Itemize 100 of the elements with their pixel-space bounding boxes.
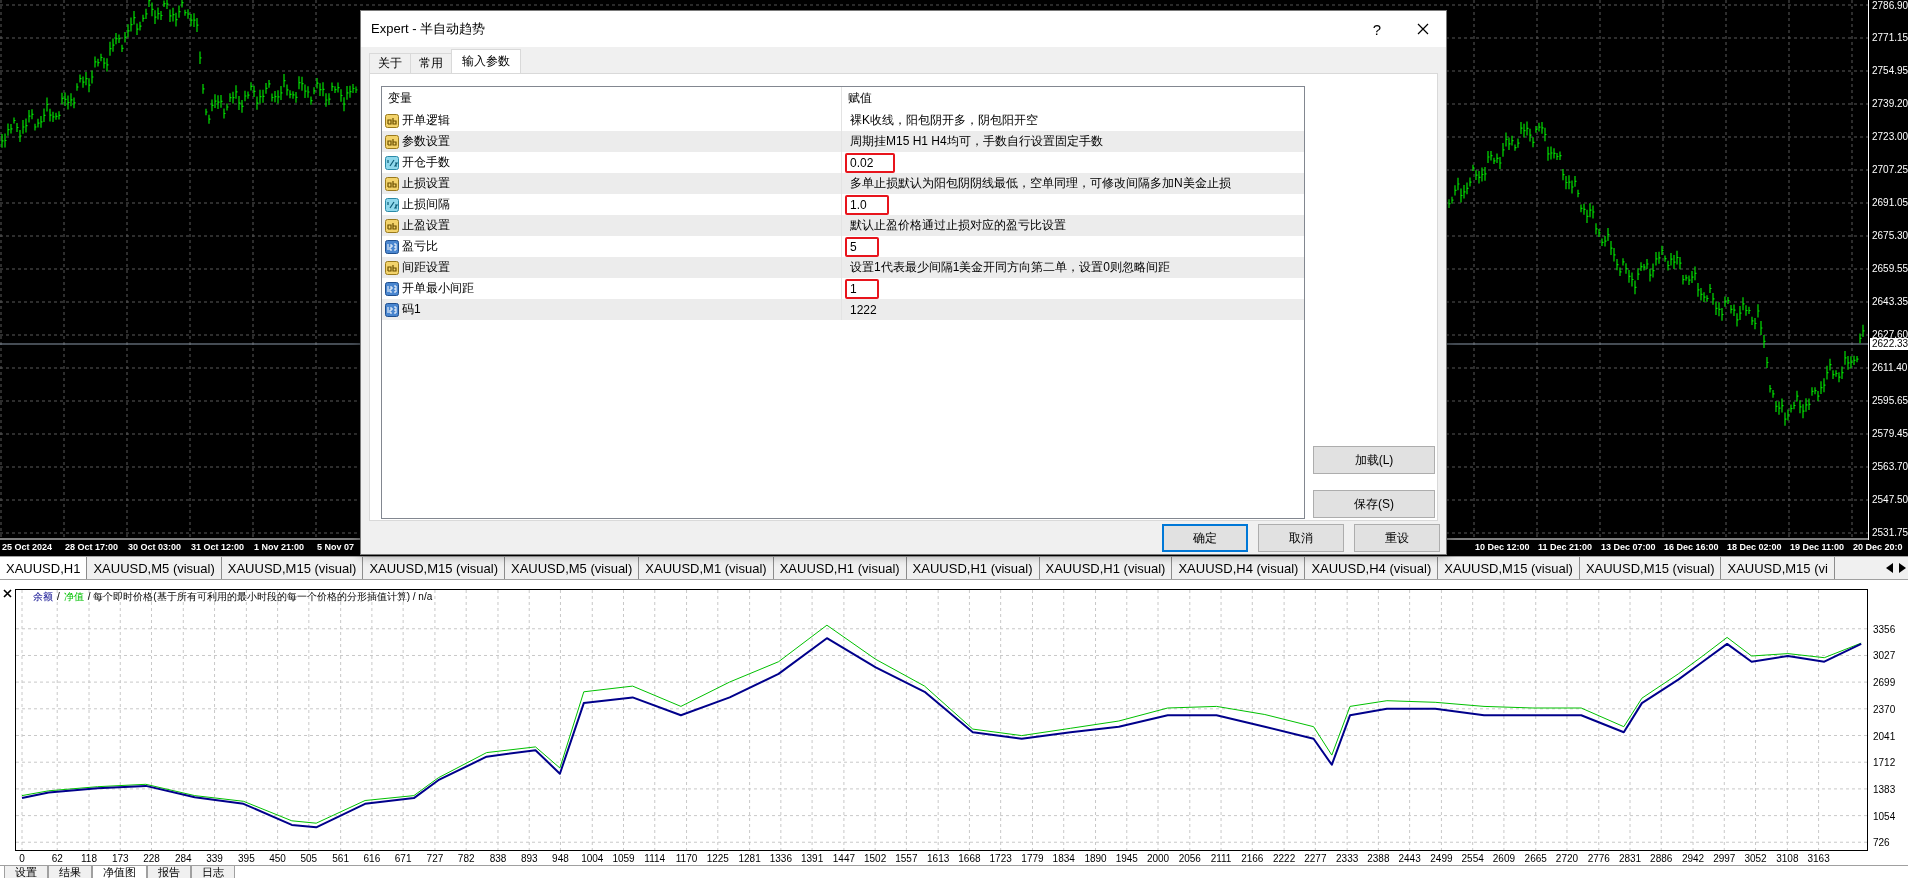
- x-axis-label: 2222: [1272, 853, 1296, 864]
- y-axis-label: 1054: [1873, 810, 1896, 822]
- x-axis-label: 2056: [1178, 853, 1201, 864]
- parameter-name: 间距设置: [402, 259, 450, 276]
- tester-tab[interactable]: 报告: [147, 866, 191, 878]
- y-axis-label: 2699: [1873, 677, 1896, 689]
- y-axis-label: 1712: [1873, 757, 1896, 769]
- price-label: 2675.30: [1872, 230, 1908, 242]
- x-axis-label: 1613: [927, 853, 950, 864]
- time-label: 10 Dec 12:00: [1475, 541, 1530, 553]
- x-axis-label: 2333: [1336, 853, 1359, 864]
- x-axis-label: 118: [81, 853, 97, 864]
- x-axis-label: 1114: [644, 853, 666, 864]
- time-label: 30 Oct 03:00: [128, 541, 182, 553]
- x-axis-label: 1391: [800, 853, 824, 864]
- tester-tab[interactable]: 结果: [48, 866, 92, 878]
- parameter-name: 开单最小间距: [402, 280, 474, 297]
- price-label: 2771.15: [1872, 32, 1908, 44]
- parameter-row[interactable]: 止损设置 多单止损默认为阳包阴阴线最低，空单同理，可修改间隔多加N美金止损: [382, 173, 1304, 194]
- scroll-right-icon[interactable]: [1898, 563, 1906, 573]
- parameter-value[interactable]: 0.02: [845, 152, 896, 173]
- parameter-row[interactable]: 参数设置 周期挂M15 H1 H4均可，手数自行设置固定手数: [382, 131, 1304, 152]
- x-axis-label: 1668: [958, 853, 981, 864]
- x-axis-label: 893: [520, 853, 538, 864]
- x-axis-label: 2665: [1524, 853, 1547, 864]
- parameter-name: 盈亏比: [402, 238, 438, 255]
- time-label: 31 Oct 12:00: [191, 541, 245, 553]
- x-axis-label: 2111: [1210, 853, 1232, 864]
- parameter-value[interactable]: 1222: [845, 299, 882, 320]
- price-label: 2595.65: [1872, 395, 1908, 407]
- x-axis-label: 1557: [895, 853, 918, 864]
- x-axis-label: 3108: [1776, 853, 1799, 864]
- dialog-button[interactable]: 确定: [1162, 524, 1248, 552]
- x-axis-label: 2776: [1587, 853, 1610, 864]
- price-label: 2563.70: [1872, 461, 1908, 473]
- parameter-row[interactable]: 止盈设置 默认止盈价格通过止损对应的盈亏比设置: [382, 215, 1304, 236]
- tester-tab[interactable]: 日志: [191, 866, 235, 878]
- dialog-button[interactable]: 取消: [1258, 524, 1344, 552]
- x-axis-label: 2000: [1146, 853, 1170, 864]
- x-axis-label: 2831: [1618, 853, 1642, 864]
- side-button[interactable]: 加载(L): [1313, 446, 1435, 474]
- chart-tab[interactable]: XAUUSD,H1: [0, 557, 88, 579]
- price-label: 2611.40: [1872, 362, 1908, 374]
- x-axis-label: 2499: [1430, 853, 1453, 864]
- price-label: 2659.55: [1872, 263, 1908, 275]
- y-axis-label: 1383: [1873, 783, 1896, 795]
- tester-tab[interactable]: 设置: [4, 866, 48, 878]
- x-axis-label: 838: [489, 853, 507, 864]
- parameter-value[interactable]: 默认止盈价格通过止损对应的盈亏比设置: [845, 214, 1071, 237]
- chart-description: / 每个即时价格(基于所有可利用的最小时段的每一个价格的分形插值计算) / n/a: [87, 591, 433, 603]
- x-axis-label: 1890: [1084, 853, 1107, 864]
- x-axis-label: 616: [363, 853, 381, 864]
- parameter-value[interactable]: 多单止损默认为阳包阴阴线最低，空单同理，可修改间隔多加N美金止损: [845, 172, 1236, 195]
- x-axis-label: 1004: [581, 853, 604, 864]
- x-axis-label: 561: [332, 853, 349, 864]
- close-icon[interactable]: [1417, 23, 1429, 35]
- x-axis-label: 1170: [675, 853, 698, 864]
- parameter-name: 止盈设置: [402, 217, 450, 234]
- parameter-value[interactable]: 周期挂M15 H1 H4均可，手数自行设置固定手数: [845, 130, 1108, 153]
- time-label: 11 Dec 21:00: [1538, 541, 1593, 553]
- column-header: 变量: [387, 90, 413, 107]
- price-label: 2739.20: [1872, 98, 1908, 110]
- x-axis-label: 505: [300, 853, 318, 864]
- time-label: 1 Nov 21:00: [254, 541, 305, 553]
- x-axis-label: 2886: [1650, 853, 1673, 864]
- parameter-row[interactable]: 间距设置 设置1代表最少间隔1美金开同方向第二单，设置0则忽略间距: [382, 257, 1304, 278]
- parameter-row[interactable]: 码1 1222: [382, 299, 1304, 320]
- parameter-value[interactable]: 裸K收线，阳包阴开多，阴包阳开空: [845, 109, 1043, 132]
- time-label: 16 Dec 16:00: [1664, 541, 1719, 553]
- y-axis-label: 726: [1873, 837, 1890, 849]
- x-axis-label: 1225: [706, 853, 729, 864]
- scroll-left-icon[interactable]: [1886, 563, 1894, 573]
- x-axis-label: 1945: [1115, 853, 1138, 864]
- x-axis-label: 228: [143, 853, 160, 864]
- x-axis-label: 1779: [1021, 853, 1044, 864]
- time-label: 20 Dec 20:0: [1853, 541, 1903, 553]
- x-axis-label: 2388: [1367, 853, 1390, 864]
- x-axis-label: 1059: [612, 853, 635, 864]
- parameter-name: 参数设置: [402, 133, 450, 150]
- price-label: 2691.05: [1872, 197, 1908, 209]
- dialog-tab[interactable]: 关于: [369, 53, 411, 73]
- price-label: 2627.60: [1872, 329, 1908, 340]
- time-label: 25 Oct 2024: [2, 541, 53, 553]
- parameter-name: 开单逻辑: [402, 112, 450, 129]
- dialog-tab[interactable]: 输入参数: [451, 49, 521, 73]
- x-axis-label: 782: [457, 853, 475, 864]
- time-label: 5 Nov 07: [317, 541, 355, 553]
- x-axis-label: 2166: [1241, 853, 1264, 864]
- x-axis-label: 173: [111, 853, 129, 864]
- tester-tab[interactable]: 净值图: [92, 866, 147, 878]
- parameter-value[interactable]: 设置1代表最少间隔1美金开同方向第二单，设置0则忽略间距: [845, 256, 1176, 279]
- help-button[interactable]: ?: [1354, 11, 1400, 47]
- time-label: 18 Dec 02:00: [1727, 541, 1782, 553]
- dialog-button[interactable]: 重设: [1354, 524, 1440, 552]
- close-icon[interactable]: [3, 589, 12, 598]
- x-axis-label: 727: [426, 853, 444, 864]
- x-axis-label: 671: [394, 853, 412, 864]
- price-label: 2754.95: [1872, 65, 1908, 77]
- side-button[interactable]: 保存(S): [1313, 490, 1435, 518]
- x-axis-label: 450: [269, 853, 286, 864]
